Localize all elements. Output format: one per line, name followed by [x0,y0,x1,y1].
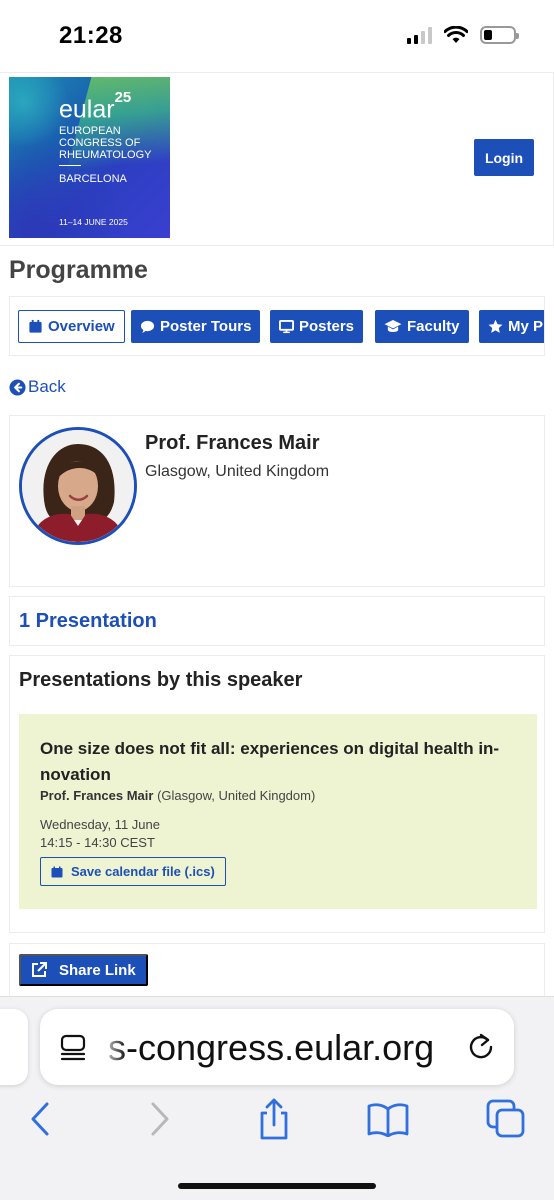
logo-divider [59,165,81,166]
bookmarks-button[interactable] [366,1097,410,1141]
book-icon [367,1103,409,1137]
site-header: eular25 EUROPEAN CONGRESS OF RHEUMATOLOG… [0,72,554,246]
browser-forward-button[interactable] [138,1097,182,1141]
save-calendar-button[interactable]: Save calendar file (.ics) [40,857,226,886]
tab-label: Poster Tours [160,318,252,335]
share-box: Share Link [9,943,545,1003]
speaker-card: Prof. Frances Mair Glasgow, United Kingd… [9,415,545,587]
address-bar[interactable]: s-congress.eular.org [40,1009,514,1085]
tab-posters[interactable]: Posters [270,310,364,343]
previous-tab-pill[interactable] [0,1009,28,1085]
presentation-card[interactable]: One size does not fit all: experiences o… [19,714,537,909]
logo-subtitle: EUROPEAN CONGRESS OF RHEUMATOLOGY [59,125,152,161]
save-calendar-label: Save calendar file (.ics) [71,864,215,879]
reload-icon[interactable] [466,1032,496,1062]
share-link-button[interactable]: Share Link [19,954,148,986]
graduation-cap-icon [384,319,402,333]
logo-brand: eular [59,95,115,124]
logo-dates: 11–14 JUNE 2025 [59,217,128,227]
presentation-date: Wednesday, 11 June [40,817,160,832]
logo-city: BARCELONA [59,173,127,185]
share-link-label: Share Link [59,961,136,979]
arrow-left-circle-icon [9,378,26,396]
login-button[interactable]: Login [474,139,534,176]
browser-nav-row [0,1097,554,1143]
speaker-name: Prof. Frances Mair [145,432,320,454]
presentation-time: 14:15 - 14:30 CEST [40,835,155,850]
presentations-section: Presentations by this speaker One size d… [9,655,545,933]
status-time: 21:28 [59,22,123,49]
tab-label: Posters [299,318,355,335]
speaker-location: Glasgow, United Kingdom [145,463,330,480]
page-title: Programme [9,256,148,284]
wifi-icon [444,26,468,43]
eular-logo[interactable]: eular25 EUROPEAN CONGRESS OF RHEUMATOLOG… [9,77,170,238]
presentations-heading: Presentations by this speaker [19,669,303,691]
presentation-speaker-location: (Glasgow, United Kingdom) [157,788,316,803]
star-icon [488,319,503,333]
tab-faculty[interactable]: Faculty [375,310,469,343]
tab-my-programme[interactable]: My P [479,310,544,343]
tabs-button[interactable] [484,1097,528,1141]
presentation-speaker-name: Prof. Frances Mair [40,788,154,803]
external-link-icon [32,962,47,977]
chevron-right-icon [151,1102,169,1136]
tab-poster-tours[interactable]: Poster Tours [131,310,261,343]
calendar-icon [51,866,63,877]
home-indicator [178,1183,376,1189]
share-icon [260,1098,288,1140]
calendar-icon [29,319,42,333]
presentation-count: 1 Presentation [19,610,157,632]
battery-icon [480,26,519,44]
chat-icon [140,320,155,334]
cellular-signal-icon [407,26,432,44]
back-label: Back [28,377,66,396]
tab-label: Faculty [407,318,460,335]
browser-back-button[interactable] [18,1097,62,1141]
url-fade [100,1009,126,1085]
tab-overview[interactable]: Overview [18,310,125,343]
browser-toolbar: s-congress.eular.org [0,996,554,1200]
reader-mode-icon[interactable] [60,1033,88,1061]
presentation-title[interactable]: One size does not fit all: experiences o… [40,736,518,788]
chevron-left-icon [31,1102,49,1136]
tab-label: My P [508,318,544,335]
status-icons [407,26,519,44]
url-text[interactable]: s-congress.eular.org [108,1027,434,1069]
share-button[interactable] [252,1097,296,1141]
status-bar: 21:28 [0,0,554,70]
programme-tabs: Overview Poster Tours Posters Faculty My… [9,296,545,356]
back-link[interactable]: Back [9,377,66,397]
presentation-count-box: 1 Presentation [9,596,545,646]
presentation-speaker: Prof. Frances Mair (Glasgow, United King… [40,788,315,803]
speaker-avatar [19,427,137,545]
tab-label: Overview [48,318,115,335]
tabs-icon [486,1099,525,1138]
monitor-icon [279,319,294,334]
logo-edition: 25 [114,89,132,106]
